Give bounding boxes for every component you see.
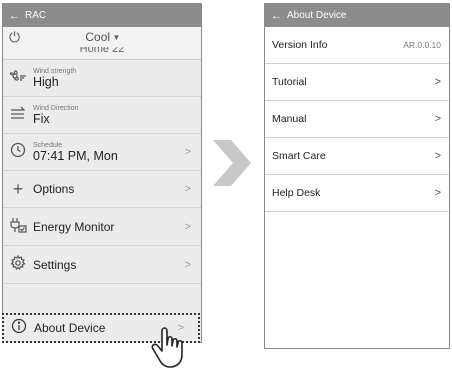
tutorial-label: Tutorial bbox=[272, 76, 307, 88]
about-device-screen: ← About Device Version Info AR.0.0.10 Tu… bbox=[264, 3, 450, 349]
wind-direction-row[interactable]: Wind Direction Fix bbox=[3, 97, 201, 134]
settings-label: Settings bbox=[33, 257, 77, 272]
back-arrow-icon[interactable]: ← bbox=[9, 10, 20, 22]
smart-care-row[interactable]: Smart Care > bbox=[265, 138, 449, 175]
chevron-right-icon bbox=[213, 140, 251, 186]
settings-row[interactable]: Settings > bbox=[3, 246, 201, 284]
chevron-right-icon: > bbox=[434, 150, 441, 162]
chevron-right-icon: > bbox=[434, 113, 441, 125]
chevron-down-icon: ▾ bbox=[114, 31, 119, 42]
mode-selector[interactable]: ⏻ Cool ▾ bbox=[3, 27, 201, 47]
chevron-right-icon: > bbox=[184, 183, 191, 195]
plug-icon bbox=[3, 217, 33, 237]
chevron-right-icon: > bbox=[184, 258, 191, 271]
rac-title: RAC bbox=[25, 10, 47, 21]
wind-direction-icon bbox=[3, 106, 33, 124]
smart-care-label: Smart Care bbox=[272, 150, 326, 162]
chevron-right-icon: > bbox=[434, 76, 441, 88]
back-arrow-icon[interactable]: ← bbox=[271, 10, 282, 22]
fan-icon bbox=[3, 69, 33, 87]
version-info-label: Version Info bbox=[272, 39, 328, 51]
help-desk-label: Help Desk bbox=[272, 187, 321, 199]
manual-row[interactable]: Manual > bbox=[265, 101, 449, 138]
help-desk-row[interactable]: Help Desk > bbox=[265, 175, 449, 212]
mode-label: Cool bbox=[85, 30, 111, 44]
about-device-label: About Device bbox=[34, 321, 106, 335]
schedule-value: 07:41 PM, Mon bbox=[33, 148, 118, 163]
energy-monitor-label: Energy Monitor bbox=[33, 219, 115, 234]
options-label: Options bbox=[33, 182, 75, 196]
wind-strength-row[interactable]: Wind strength High bbox=[3, 60, 201, 97]
info-icon bbox=[4, 318, 34, 338]
wind-direction-value: Fix bbox=[33, 111, 50, 126]
chevron-right-icon: > bbox=[434, 187, 441, 199]
hand-pointer-icon bbox=[150, 325, 190, 374]
rac-header: ← RAC bbox=[3, 4, 201, 27]
version-info-row[interactable]: Version Info AR.0.0.10 bbox=[265, 27, 449, 64]
manual-label: Manual bbox=[272, 113, 307, 125]
tutorial-row[interactable]: Tutorial > bbox=[265, 64, 449, 101]
home-label-partial: Home 22 bbox=[3, 47, 201, 60]
rac-screen: ← RAC ⏻ Cool ▾ Home 22 Wind strength Hig… bbox=[2, 3, 202, 343]
chevron-right-icon: > bbox=[184, 146, 191, 158]
gear-icon bbox=[3, 254, 33, 275]
about-device-title: About Device bbox=[287, 10, 347, 21]
version-info-value: AR.0.0.10 bbox=[403, 40, 441, 50]
power-icon[interactable]: ⏻ bbox=[9, 29, 20, 46]
options-row[interactable]: + Options > bbox=[3, 171, 201, 208]
wind-strength-value: High bbox=[33, 74, 59, 89]
clock-icon bbox=[3, 142, 33, 162]
about-device-header: ← About Device bbox=[265, 4, 449, 27]
schedule-row[interactable]: Schedule 07:41 PM, Mon > bbox=[3, 134, 201, 171]
chevron-right-icon: > bbox=[184, 220, 191, 233]
energy-monitor-row[interactable]: Energy Monitor > bbox=[3, 208, 201, 246]
plus-icon: + bbox=[12, 178, 24, 199]
